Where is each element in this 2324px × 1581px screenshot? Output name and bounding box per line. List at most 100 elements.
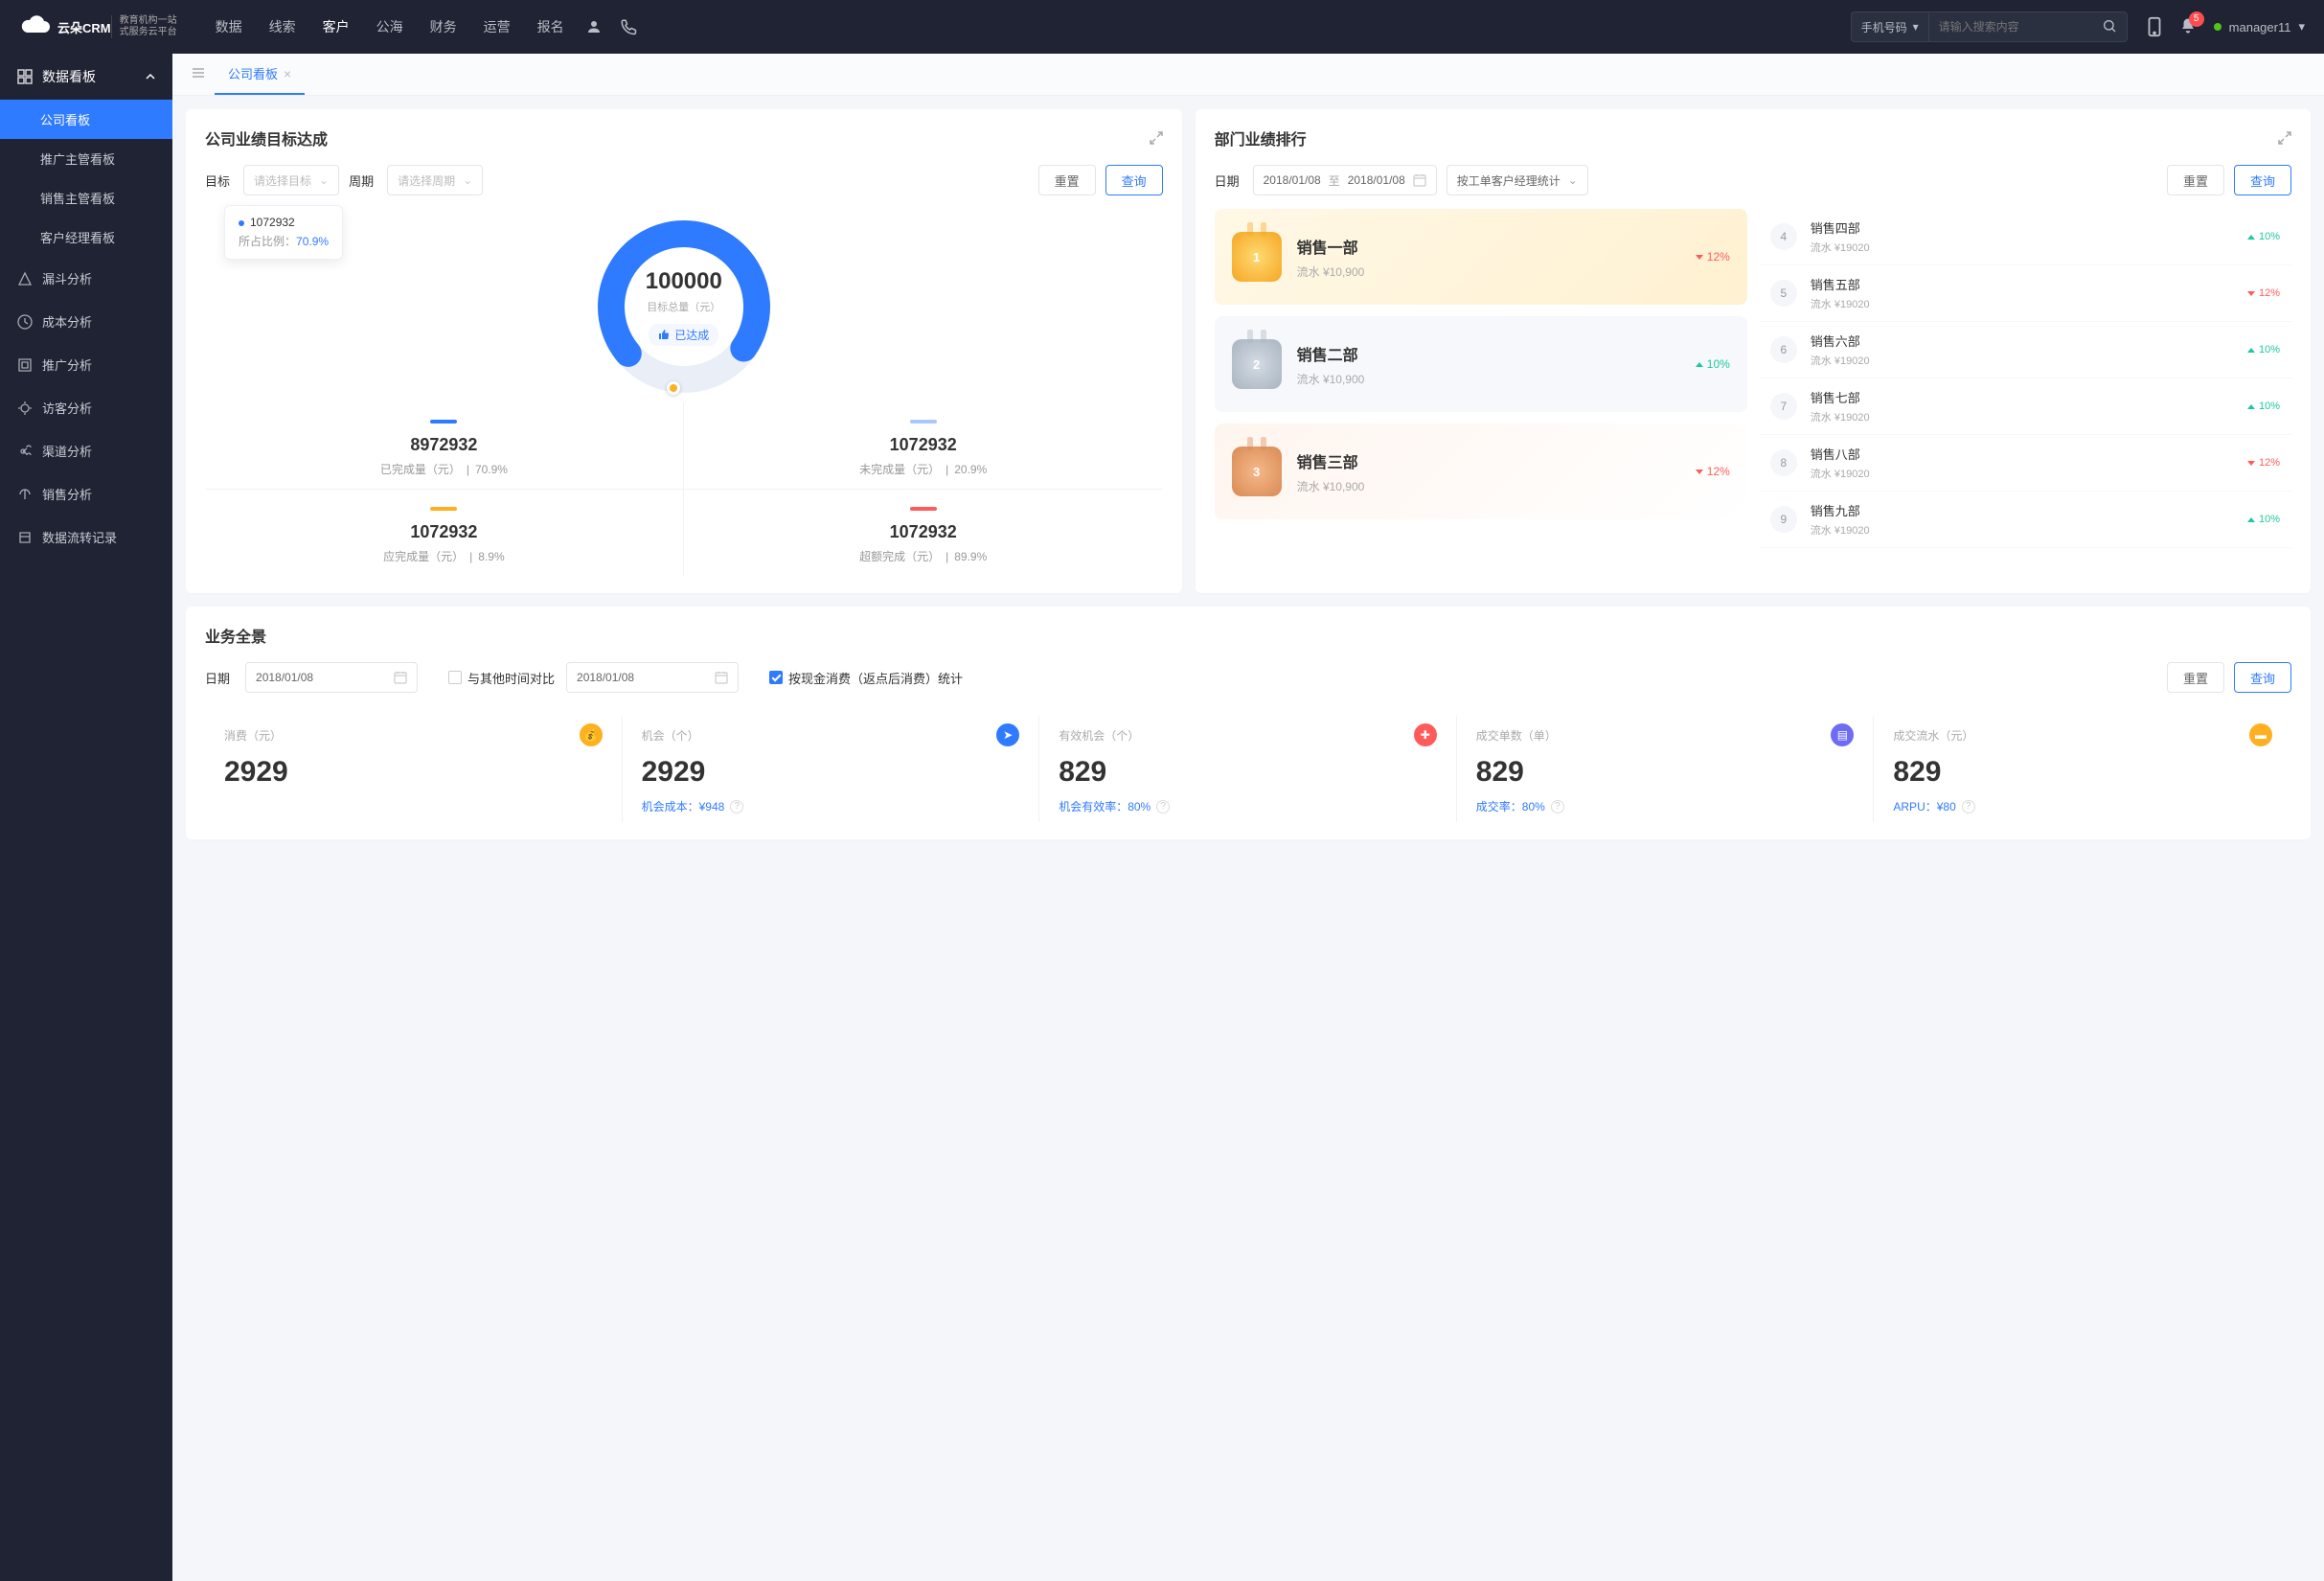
nav-icon <box>17 444 33 459</box>
sidebar: 数据看板 公司看板推广主管看板销售主管看板客户经理看板 漏斗分析成本分析推广分析… <box>0 54 172 1581</box>
date-input-1[interactable]: 2018/01/08 <box>245 662 418 693</box>
username-label: manager11 <box>2229 20 2291 34</box>
compare-checkbox[interactable]: 与其他时间对比 <box>448 669 555 687</box>
nav-item-0[interactable]: 数据 <box>216 17 242 36</box>
calendar-icon <box>715 671 728 684</box>
expand-icon[interactable] <box>2278 131 2291 145</box>
sidebar-sub-3[interactable]: 客户经理看板 <box>0 218 172 257</box>
sidebar-item-5[interactable]: 销售分析 <box>0 472 172 516</box>
date-label: 日期 <box>1215 172 1240 190</box>
calendar-icon <box>1413 173 1426 187</box>
donut-label: 目标总量（元） <box>647 299 720 314</box>
notifications[interactable]: 5 <box>2179 17 2197 37</box>
search-type-select[interactable]: 手机号码▾ <box>1852 12 1929 41</box>
notif-badge: 5 <box>2189 11 2204 27</box>
sidebar-head-dashboard[interactable]: 数据看板 <box>0 54 172 100</box>
metric-3: 成交单数（单）▤829成交率：80% ? <box>1457 716 1875 822</box>
query-button[interactable]: 查询 <box>2234 165 2291 195</box>
brand-name: 云朵CRM <box>57 18 111 36</box>
chevron-up-icon <box>146 72 155 81</box>
goals-card: 公司业绩目标达成 目标 请选择目标⌄ 周期 请选择周期⌄ 重置 查询 10729… <box>186 109 1182 593</box>
metric-2: 有效机会（个）✚829机会有效率：80% ? <box>1039 716 1457 822</box>
rank-row-5: 5销售五部流水 ¥1902012% <box>1759 265 2291 322</box>
nav-item-3[interactable]: 公海 <box>376 17 403 36</box>
tabbar: 公司看板× <box>172 54 2324 96</box>
help-icon[interactable]: ? <box>1962 800 1975 813</box>
reset-button[interactable]: 重置 <box>1038 165 1096 195</box>
thumb-icon <box>658 329 670 340</box>
nav-item-2[interactable]: 客户 <box>323 17 350 36</box>
reset-button[interactable]: 重置 <box>2167 165 2224 195</box>
help-icon[interactable]: ? <box>730 800 743 813</box>
sidebar-item-6[interactable]: 数据流转记录 <box>0 516 172 559</box>
donut-tooltip: 1072932 所占比例：70.9% <box>224 205 343 260</box>
date-label: 日期 <box>205 669 230 687</box>
help-icon[interactable]: ? <box>1156 800 1170 813</box>
tab-company-board[interactable]: 公司看板× <box>215 54 305 95</box>
target-label: 目标 <box>205 172 230 190</box>
sidebar-sub-1[interactable]: 推广主管看板 <box>0 139 172 178</box>
expand-icon[interactable] <box>1150 131 1163 145</box>
hamburger-icon <box>192 66 205 80</box>
nav-icon <box>17 271 33 286</box>
overview-card: 业务全景 日期 2018/01/08 与其他时间对比 2018/01/08 按现… <box>186 607 2311 839</box>
search-button[interactable] <box>2092 18 2127 36</box>
goals-title: 公司业绩目标达成 <box>205 126 328 149</box>
grid-icon <box>17 69 33 84</box>
nav-item-6[interactable]: 报名 <box>537 17 564 36</box>
rank-row-7: 7销售七部流水 ¥1902010% <box>1759 378 2291 435</box>
metric-icon: ➤ <box>996 723 1019 746</box>
nav-icon <box>17 487 33 502</box>
nav-item-1[interactable]: 线索 <box>269 17 296 36</box>
metric-0: 消费（元）💰2929 <box>205 716 623 822</box>
achieved-badge: 已达成 <box>649 324 718 346</box>
metric-1: 机会（个）➤2929机会成本：¥948 ? <box>623 716 1040 822</box>
logo[interactable]: 云朵CRM 教育机构一站式服务云平台 <box>19 15 177 38</box>
reset-button[interactable]: 重置 <box>2167 662 2224 693</box>
nav-icon <box>17 530 33 545</box>
podium-1: 1销售一部流水 ¥10,90012% <box>1215 209 1747 305</box>
period-label: 周期 <box>349 172 374 190</box>
main: 公司看板× 公司业绩目标达成 目标 请选择目标⌄ 周期 请选择周期⌄ 重置 查询 <box>172 54 2324 1581</box>
close-icon[interactable]: × <box>284 66 291 81</box>
rank-row-6: 6销售六部流水 ¥1902010% <box>1759 322 2291 378</box>
nav-icon <box>17 357 33 373</box>
stat-cell-0: 8972932已完成量（元）|70.9% <box>205 402 684 490</box>
sidebar-item-4[interactable]: 渠道分析 <box>0 429 172 472</box>
calendar-icon <box>394 671 407 684</box>
query-button[interactable]: 查询 <box>1105 165 1163 195</box>
target-select[interactable]: 请选择目标⌄ <box>243 165 339 195</box>
sidebar-item-0[interactable]: 漏斗分析 <box>0 257 172 300</box>
groupby-select[interactable]: 按工单客户经理统计⌄ <box>1447 165 1588 195</box>
donut-value: 100000 <box>646 268 722 295</box>
sidebar-item-3[interactable]: 访客分析 <box>0 386 172 429</box>
podium-2: 2销售二部流水 ¥10,90010% <box>1215 316 1747 412</box>
stat-cell-1: 1072932未完成量（元）|20.9% <box>684 402 1163 490</box>
ranking-card: 部门业绩排行 日期 2018/01/08至2018/01/08 按工单客户经理统… <box>1196 109 2311 593</box>
query-button[interactable]: 查询 <box>2234 662 2291 693</box>
brand-sub: 教育机构一站式服务云平台 <box>111 15 177 38</box>
user-menu[interactable]: manager11 ▾ <box>2214 19 2305 34</box>
cloud-icon <box>19 15 52 38</box>
top-nav: 数据 线索 客户 公海 财务 运营 报名 <box>216 17 564 36</box>
nav-icon <box>17 401 33 416</box>
sidebar-item-2[interactable]: 推广分析 <box>0 343 172 386</box>
sidebar-item-1[interactable]: 成本分析 <box>0 300 172 343</box>
nav-item-5[interactable]: 运营 <box>484 17 511 36</box>
date-range[interactable]: 2018/01/08至2018/01/08 <box>1253 165 1437 195</box>
help-icon[interactable]: ? <box>1551 800 1564 813</box>
nav-icon <box>17 314 33 330</box>
status-dot <box>2214 23 2221 31</box>
nav-item-4[interactable]: 财务 <box>430 17 457 36</box>
rank-row-4: 4销售四部流水 ¥1902010% <box>1759 209 2291 265</box>
phone-icon[interactable] <box>620 18 637 35</box>
user-icon[interactable] <box>585 18 603 35</box>
period-select[interactable]: 请选择周期⌄ <box>387 165 483 195</box>
cash-checkbox[interactable]: 按现金消费（返点后消费）统计 <box>769 669 963 687</box>
search-input[interactable] <box>1929 20 2092 34</box>
mobile-icon[interactable] <box>2147 16 2162 37</box>
menu-toggle[interactable] <box>182 66 215 82</box>
date-input-2[interactable]: 2018/01/08 <box>566 662 739 693</box>
sidebar-sub-0[interactable]: 公司看板 <box>0 100 172 139</box>
sidebar-sub-2[interactable]: 销售主管看板 <box>0 178 172 218</box>
